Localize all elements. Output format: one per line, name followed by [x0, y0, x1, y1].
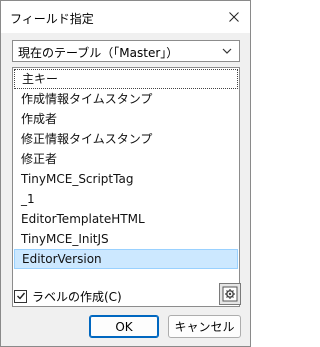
create-label-option[interactable]: ラベルの作成(C)	[14, 288, 122, 304]
title-bar: フィールド指定	[1, 1, 250, 33]
list-item[interactable]: EditorTemplateHTML	[13, 209, 239, 229]
table-select[interactable]: 現在のテーブル（「Master」）	[12, 40, 240, 62]
list-item[interactable]: 修正情報タイムスタンプ	[13, 129, 239, 149]
cancel-button[interactable]: キャンセル	[168, 315, 241, 338]
checkmark-icon	[16, 292, 25, 300]
field-specification-dialog: フィールド指定 現在のテーブル（「Master」） 主キー 作成情報タイムスタン…	[0, 0, 251, 347]
close-button[interactable]	[218, 1, 250, 33]
table-select-value: 現在のテーブル（「Master」）	[18, 46, 179, 60]
settings-button[interactable]	[219, 283, 241, 305]
field-list[interactable]: 主キー 作成情報タイムスタンプ 作成者 修正情報タイムスタンプ 修正者 Tiny…	[12, 67, 240, 307]
dialog-title: フィールド指定	[10, 12, 94, 26]
dialog-body: 現在のテーブル（「Master」） 主キー 作成情報タイムスタンプ 作成者 修正…	[1, 33, 250, 346]
create-label-label: ラベルの作成(C)	[32, 289, 122, 304]
create-label-checkbox[interactable]	[14, 289, 27, 303]
list-item[interactable]: TinyMCE_InitJS	[13, 229, 239, 249]
list-item[interactable]: 主キー	[14, 69, 238, 89]
list-item[interactable]: TinyMCE_ScriptTag	[13, 169, 239, 189]
list-item[interactable]: _1	[13, 189, 239, 209]
list-item[interactable]: 作成情報タイムスタンプ	[13, 89, 239, 109]
close-icon	[229, 12, 239, 22]
chevron-down-icon	[222, 48, 232, 54]
gear-icon	[222, 286, 238, 302]
list-item-selected[interactable]: EditorVersion	[14, 249, 238, 269]
list-item[interactable]: 作成者	[13, 109, 239, 129]
ok-button[interactable]: OK	[89, 315, 159, 338]
list-item[interactable]: 修正者	[13, 149, 239, 169]
